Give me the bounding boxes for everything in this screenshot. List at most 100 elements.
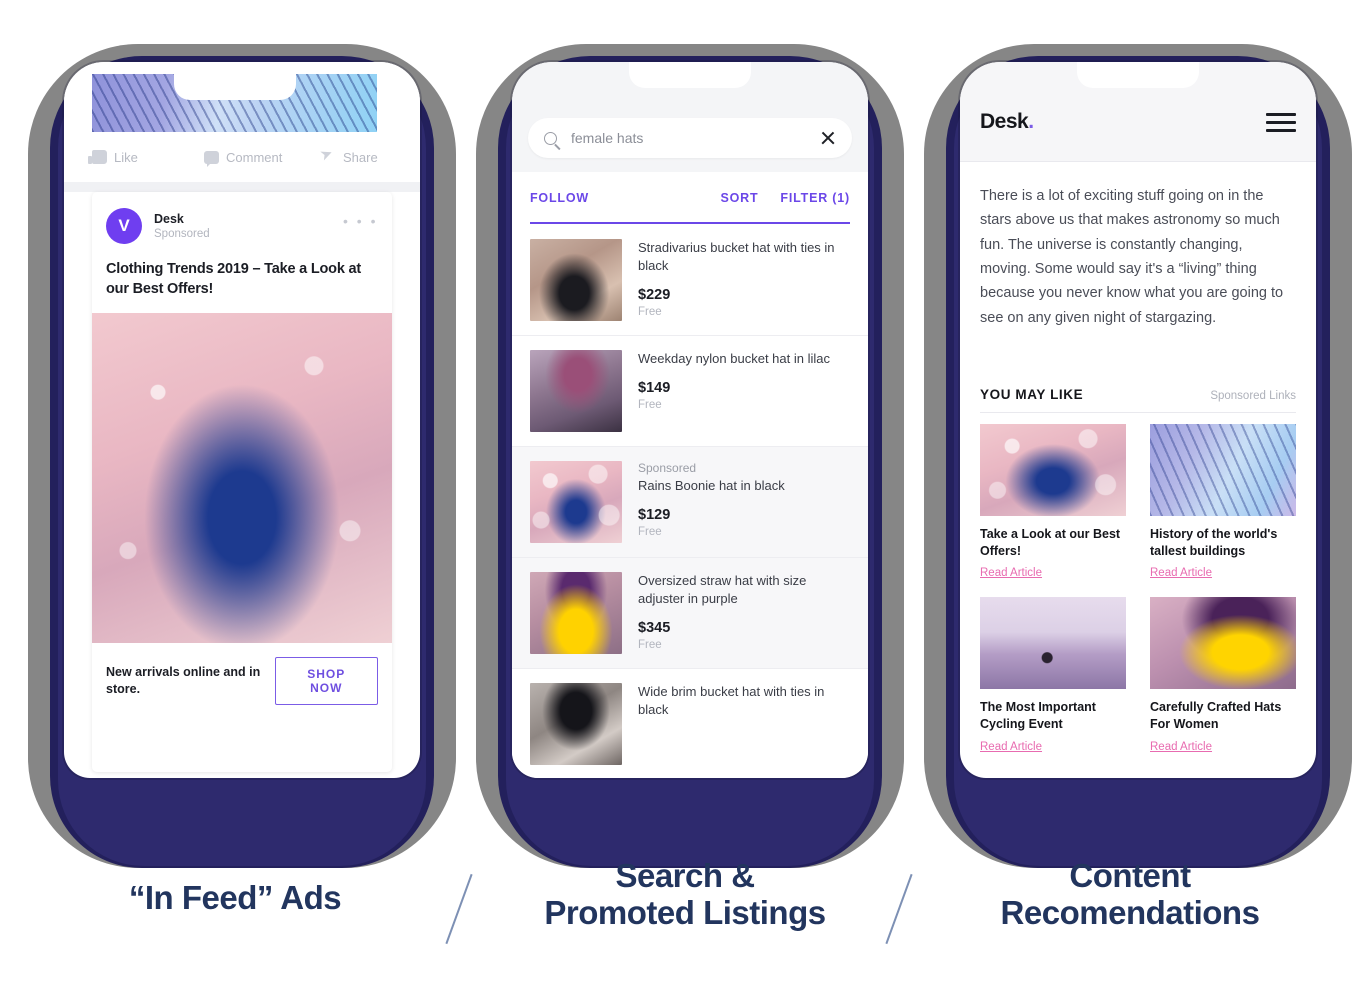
read-article-link[interactable]: Read Article	[980, 567, 1042, 579]
ad-footer-text: New arrivals online and in store.	[106, 665, 261, 697]
hamburger-menu-icon[interactable]	[1266, 113, 1296, 132]
tab-follow[interactable]: FOLLOW	[530, 191, 589, 205]
recommendation-title: Take a Look at our Best Offers!	[980, 527, 1121, 558]
recommendation-title: The Most Important Cycling Event	[980, 700, 1096, 731]
read-article-link[interactable]: Read Article	[1150, 567, 1212, 579]
product-info: Wide brim bucket hat with ties in black	[638, 683, 850, 765]
sponsored-links-note: Sponsored Links	[1210, 390, 1296, 402]
search-input[interactable]: female hats	[571, 130, 820, 146]
product-thumbnail	[530, 461, 622, 543]
product-shipping: Free	[638, 398, 662, 411]
site-logo[interactable]: Desk.	[980, 110, 1034, 134]
product-thumbnail	[530, 350, 622, 432]
phone-screen-2: female hats FOLLOW SORT FILTER (1) Strad…	[512, 62, 868, 778]
tab-filter[interactable]: FILTER (1)	[780, 191, 850, 205]
product-shipping: Free	[638, 305, 662, 318]
site-logo-dot: .	[1028, 110, 1034, 133]
recommendation-thumbnail	[980, 597, 1126, 690]
product-thumbnail	[530, 683, 622, 765]
shop-now-button[interactable]: SHOP NOW	[274, 657, 378, 706]
product-info: Weekday nylon bucket hat in lilac $149 F…	[638, 350, 850, 432]
read-article-link[interactable]: Read Article	[980, 741, 1042, 753]
table-row[interactable]: Weekday nylon bucket hat in lilac $149 F…	[512, 336, 868, 447]
like-label: Like	[114, 149, 138, 165]
caption-in-feed-ads: “In Feed” Ads	[128, 879, 342, 916]
tab-sort[interactable]: SORT	[720, 191, 758, 205]
caption-divider-slash	[885, 873, 913, 945]
product-info: Oversized straw hat with size adjuster i…	[638, 572, 850, 654]
caption-search-promoted-listings: Search & Promoted Listings	[544, 857, 826, 931]
article-body-text: There is a lot of exciting stuff going o…	[980, 188, 1284, 326]
product-title: Oversized straw hat with size adjuster i…	[638, 573, 807, 606]
screen-notch	[1077, 62, 1199, 88]
recommendation-title: Carefully Crafted Hats For Women	[1150, 700, 1282, 731]
search-icon	[544, 131, 557, 145]
list-item[interactable]: Carefully Crafted Hats For Women Read Ar…	[1150, 597, 1296, 754]
caption-divider-slash	[445, 873, 473, 945]
ad-sponsored-label: Sponsored	[154, 228, 210, 240]
table-row[interactable]: Sponsored Rains Boonie hat in black $129…	[512, 447, 868, 558]
ad-footer: New arrivals online and in store. SHOP N…	[92, 643, 392, 706]
product-info: Sponsored Rains Boonie hat in black $129…	[638, 461, 850, 543]
product-thumbnail	[530, 572, 622, 654]
feed-top-image	[92, 74, 377, 132]
share-action[interactable]: Share	[320, 150, 378, 165]
caption-content-recommendations: Content Recomendations	[1000, 857, 1260, 931]
like-action[interactable]: Like	[88, 149, 204, 165]
phone-mockup-content-recommendations: Desk. There is a lot of exciting stuff g…	[924, 44, 1352, 868]
recommendation-thumbnail	[1150, 424, 1296, 516]
product-info: Stradivarius bucket hat with ties in bla…	[638, 239, 850, 321]
screen-notch	[629, 62, 751, 88]
site-logo-text: Desk	[980, 110, 1029, 133]
ad-headline: Clothing Trends 2019 – Take a Look at ou…	[106, 261, 362, 297]
section-divider	[980, 412, 1296, 413]
product-shipping: Free	[638, 638, 662, 651]
tab-underline	[530, 222, 850, 224]
table-row[interactable]: Oversized straw hat with size adjuster i…	[512, 558, 868, 669]
ad-hero-image	[92, 313, 392, 644]
recommendation-title: History of the world's tallest buildings	[1150, 527, 1278, 558]
share-label: Share	[343, 149, 378, 165]
phone-screen-1: Like Comment Share V D	[64, 62, 420, 778]
you-may-like-header: YOU MAY LIKE Sponsored Links	[980, 387, 1296, 402]
ad-more-options-icon[interactable]: • • •	[343, 214, 378, 228]
phone-mockup-in-feed-ads: Like Comment Share V D	[28, 44, 456, 868]
ad-brand-block: Desk Sponsored	[154, 212, 210, 240]
avatar: V	[106, 208, 142, 244]
list-item[interactable]: The Most Important Cycling Event Read Ar…	[980, 597, 1126, 754]
list-item[interactable]: Take a Look at our Best Offers! Read Art…	[980, 424, 1126, 581]
tab-right-group: SORT FILTER (1)	[720, 191, 850, 205]
you-may-like-title: YOU MAY LIKE	[980, 387, 1084, 402]
phone-screen-3: Desk. There is a lot of exciting stuff g…	[960, 62, 1316, 778]
recommendation-thumbnail	[980, 424, 1126, 516]
product-title: Stradivarius bucket hat with ties in bla…	[638, 240, 835, 273]
phone-mockup-search-listings: female hats FOLLOW SORT FILTER (1) Strad…	[476, 44, 904, 868]
feed-top-card: Like Comment Share	[64, 62, 420, 182]
sponsored-badge: Sponsored	[638, 461, 697, 475]
comment-action[interactable]: Comment	[204, 150, 320, 167]
comment-bubble-icon	[204, 150, 219, 167]
share-arrow-icon	[320, 151, 336, 164]
list-item[interactable]: History of the world's tallest buildings…	[1150, 424, 1296, 581]
read-article-link[interactable]: Read Article	[1150, 741, 1212, 753]
feed-action-bar: Like Comment Share	[88, 140, 392, 174]
clear-search-icon[interactable]	[820, 130, 836, 146]
product-title: Rains Boonie hat in black	[638, 478, 785, 493]
table-row[interactable]: Stradivarius bucket hat with ties in bla…	[512, 225, 868, 336]
ad-header: V Desk Sponsored • • •	[92, 192, 392, 244]
search-bar[interactable]: female hats	[528, 118, 852, 158]
search-tab-row: FOLLOW SORT FILTER (1)	[512, 172, 868, 224]
sponsored-ad-card[interactable]: V Desk Sponsored • • • Clothing Trends 2…	[92, 192, 392, 772]
feed-divider	[64, 182, 420, 192]
product-results-list: Stradivarius bucket hat with ties in bla…	[512, 225, 868, 778]
product-shipping: Free	[638, 525, 662, 538]
hamburger-line	[1266, 113, 1296, 116]
recommendation-grid: Take a Look at our Best Offers! Read Art…	[980, 424, 1296, 755]
ad-brand-name: Desk	[154, 212, 184, 226]
product-title: Weekday nylon bucket hat in lilac	[638, 351, 830, 366]
recommendation-thumbnail	[1150, 597, 1296, 690]
table-row[interactable]: Wide brim bucket hat with ties in black	[512, 669, 868, 778]
product-price: $345	[638, 619, 671, 636]
product-price: $149	[638, 379, 671, 396]
product-thumbnail	[530, 239, 622, 321]
